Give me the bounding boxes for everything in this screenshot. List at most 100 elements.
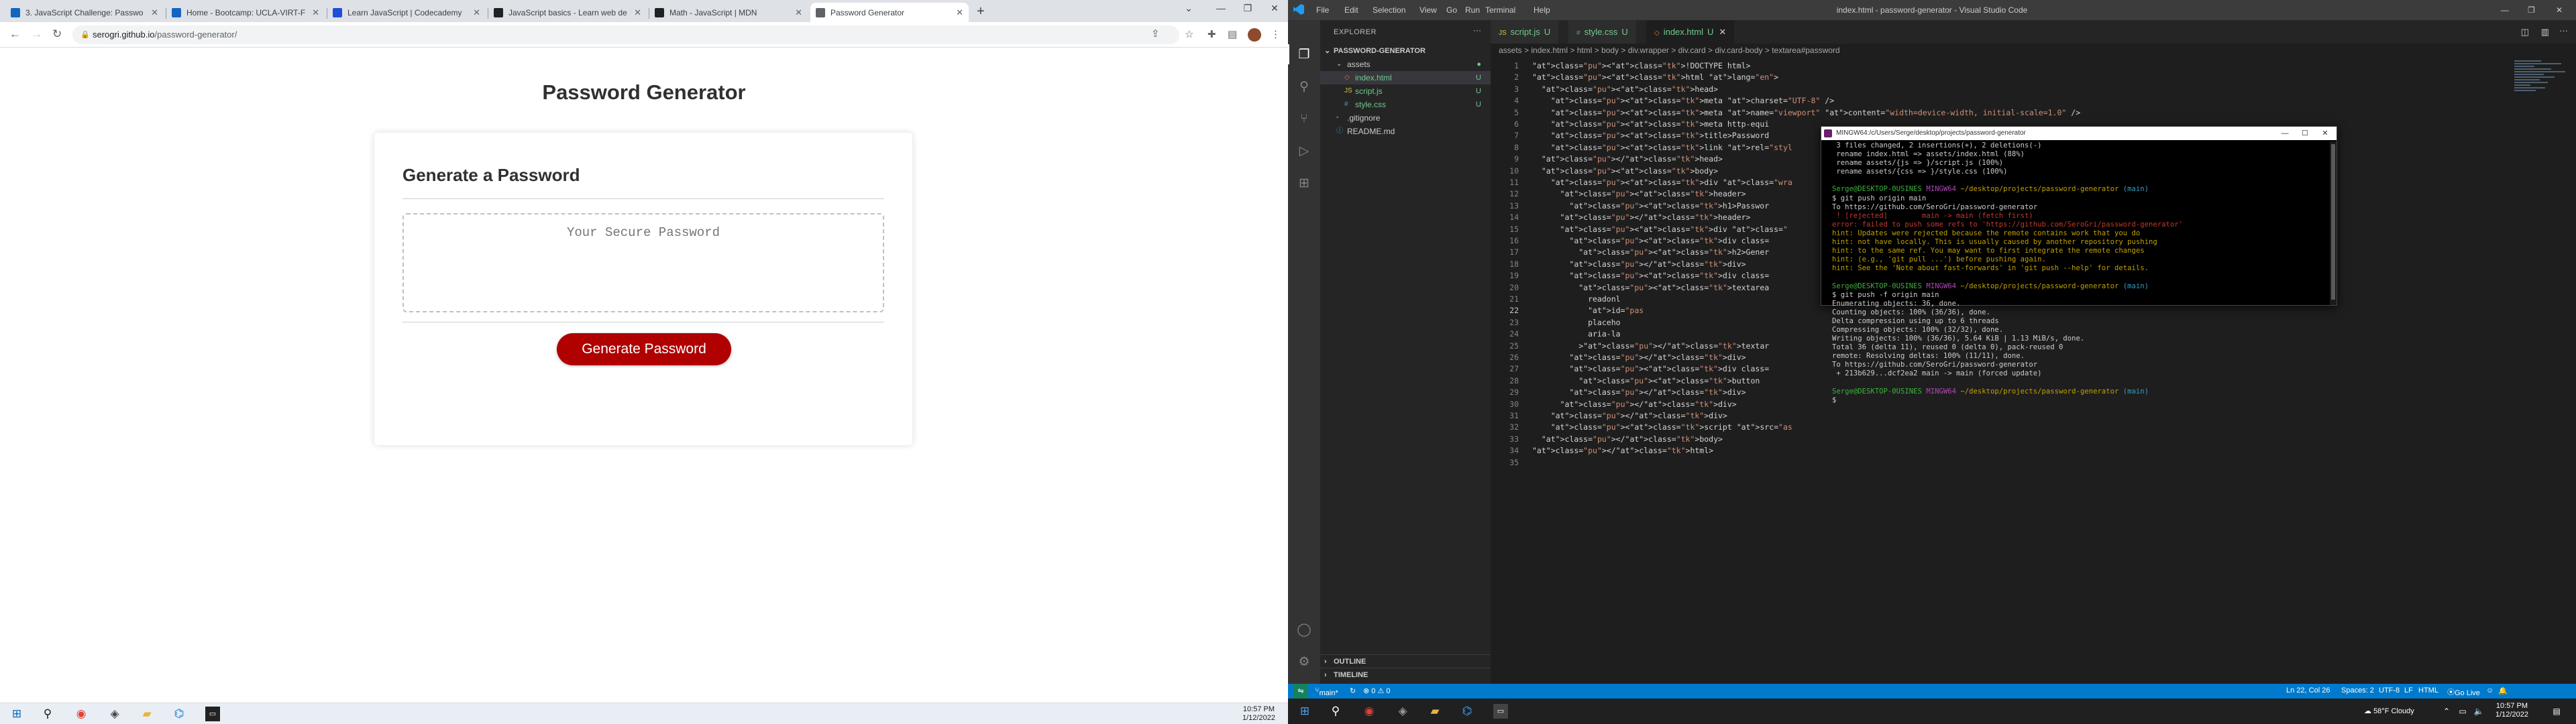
- weather-widget[interactable]: ☁ 58°F Cloudy: [2364, 704, 2414, 719]
- language-mode[interactable]: HTML: [2418, 686, 2438, 695]
- go-live-button[interactable]: ⦿ Go Live: [2447, 686, 2480, 697]
- feedback-icon[interactable]: ☺: [2486, 686, 2493, 695]
- indentation[interactable]: Spaces: 2: [2341, 686, 2374, 695]
- git-bash-terminal-window[interactable]: MINGW64:/c/Users/Serge/desktop/projects/…: [1821, 126, 2337, 404]
- editor-tab[interactable]: JS script.js U: [1491, 20, 1559, 44]
- search-icon[interactable]: ⚲: [1296, 79, 1312, 95]
- split-editor-icon[interactable]: ◫: [2521, 27, 2529, 38]
- windows-start-icon[interactable]: ⊞: [9, 707, 24, 721]
- extensions-icon[interactable]: ✚: [1208, 28, 1216, 40]
- account-icon[interactable]: ◯: [1296, 622, 1312, 638]
- file-tree-item[interactable]: # style.css U: [1320, 98, 1491, 111]
- chrome-taskbar-icon[interactable]: ◉: [1362, 704, 1377, 719]
- vscode-taskbar-icon[interactable]: ⌬: [1460, 704, 1474, 719]
- git-bash-taskbar-icon[interactable]: ◈: [107, 707, 122, 721]
- search-icon[interactable]: ⚲: [40, 707, 55, 721]
- terminal-output[interactable]: 3 files changed, 2 insertions(+), 2 dele…: [1832, 141, 2322, 405]
- tray-chevron-icon[interactable]: ⌃: [2439, 704, 2454, 719]
- git-bash-taskbar-icon[interactable]: ◈: [1395, 704, 1410, 719]
- taskbar-clock[interactable]: 10:57 PM 1/12/2022: [2496, 702, 2528, 719]
- terminal-maximize-button[interactable]: ☐: [2296, 127, 2314, 140]
- terminal-scroll-thumb[interactable]: [2331, 144, 2335, 300]
- browser-tab[interactable]: Learn JavaScript | Codecademy ✕: [327, 3, 486, 22]
- editor-tab[interactable]: ◇ index.html U ✕: [1646, 20, 1735, 44]
- editor-more-icon[interactable]: ···: [2559, 25, 2568, 36]
- explorer-icon[interactable]: ❐: [1296, 47, 1312, 63]
- new-tab-button[interactable]: +: [977, 4, 985, 19]
- problems-indicator[interactable]: ⊗ 0 ⚠ 0: [1363, 686, 1390, 695]
- file-tree-item[interactable]: ⌄ assets ●: [1320, 58, 1491, 71]
- volume-icon[interactable]: 🔈: [2471, 704, 2486, 719]
- browser-tab[interactable]: Home - Bootcamp: UCLA-VIRT-F ✕: [166, 3, 325, 22]
- menu-kebab-icon[interactable]: ⋮: [1271, 28, 1281, 40]
- terminal-taskbar-icon[interactable]: ▭: [1493, 704, 1508, 719]
- remote-icon[interactable]: ⇋: [1293, 684, 1308, 699]
- layout-icon[interactable]: ▥: [2541, 27, 2549, 38]
- profile-avatar[interactable]: [1248, 28, 1261, 42]
- terminal-titlebar[interactable]: MINGW64:/c/Users/Serge/desktop/projects/…: [1821, 127, 2337, 140]
- tab-close-icon[interactable]: ✕: [634, 7, 641, 18]
- sync-icon[interactable]: ↻: [1350, 686, 1356, 695]
- tab-close-icon[interactable]: ✕: [473, 7, 480, 18]
- minimize-button[interactable]: —: [1208, 3, 1234, 13]
- browser-tab[interactable]: Password Generator ✕: [810, 3, 969, 22]
- terminal-minimize-button[interactable]: —: [2276, 127, 2294, 140]
- forward-icon[interactable]: →: [31, 27, 42, 41]
- taskbar-clock[interactable]: 10:57 PM 1/12/2022: [1242, 705, 1275, 723]
- tab-close-icon[interactable]: ✕: [312, 7, 319, 18]
- maximize-button[interactable]: ❐: [2528, 5, 2535, 15]
- tab-search-icon[interactable]: ⌄: [1175, 3, 1202, 14]
- password-textarea[interactable]: Your Secure Password: [402, 213, 884, 312]
- run-debug-icon[interactable]: ▷: [1296, 143, 1312, 160]
- tab-close-icon[interactable]: ✕: [956, 7, 963, 18]
- network-icon[interactable]: ▭: [2455, 704, 2470, 719]
- eol[interactable]: LF: [2404, 686, 2413, 695]
- reading-list-icon[interactable]: ▤: [1228, 28, 1237, 40]
- notifications-icon[interactable]: ▤: [2549, 704, 2564, 719]
- tab-close-icon[interactable]: ✕: [151, 7, 158, 18]
- outline-section[interactable]: › OUTLINE: [1320, 654, 1491, 668]
- reload-icon[interactable]: ↻: [52, 27, 62, 41]
- share-icon[interactable]: ⇪: [1151, 27, 1160, 40]
- browser-tab[interactable]: Math - JavaScript | MDN ✕: [649, 3, 808, 22]
- address-bar[interactable]: 🔒 serogri.github.io/password-generator/: [72, 25, 1179, 44]
- close-icon[interactable]: ✕: [1719, 27, 1726, 37]
- breadcrumb[interactable]: assets > index.html > html > body > div.…: [1499, 46, 1840, 55]
- minimize-button[interactable]: —: [2501, 5, 2509, 15]
- source-control-icon[interactable]: ⑂: [1296, 111, 1312, 127]
- chrome-taskbar-icon[interactable]: ◉: [74, 707, 89, 721]
- file-tree-item[interactable]: ⓘ README.md: [1320, 125, 1491, 138]
- terminal-close-button[interactable]: ✕: [2316, 127, 2334, 140]
- settings-gear-icon[interactable]: ⚙: [1296, 654, 1312, 670]
- file-explorer-icon[interactable]: ▰: [140, 707, 154, 721]
- search-icon[interactable]: ⚲: [1328, 704, 1343, 719]
- editor-tab[interactable]: # style.css U: [1568, 20, 1636, 44]
- notifications-icon[interactable]: 🔔: [2498, 686, 2508, 695]
- file-tree-item[interactable]: ◇ index.html U: [1320, 71, 1491, 84]
- tab-close-icon[interactable]: ✕: [795, 7, 802, 18]
- maximize-button[interactable]: ❐: [1234, 3, 1261, 14]
- project-folder-header[interactable]: ⌄ PASSWORD-GENERATOR: [1320, 44, 1491, 58]
- vscode-taskbar-icon[interactable]: ⌬: [172, 707, 186, 721]
- cursor-position[interactable]: Ln 22, Col 26: [2286, 686, 2330, 695]
- minimap[interactable]: [2514, 60, 2568, 101]
- terminal-taskbar-icon[interactable]: ▭: [205, 707, 220, 721]
- browser-tab[interactable]: 3. JavaScript Challenge: Passwo ✕: [5, 3, 164, 22]
- terminal-scrollbar[interactable]: [2330, 141, 2337, 305]
- generate-password-button[interactable]: Generate Password: [557, 333, 731, 365]
- explorer-more-icon[interactable]: ···: [1473, 25, 1481, 35]
- close-window-button[interactable]: ✕: [1261, 3, 1288, 14]
- file-tree-item[interactable]: JS script.js U: [1320, 84, 1491, 98]
- file-explorer-icon[interactable]: ▰: [1428, 704, 1442, 719]
- bookmark-star-icon[interactable]: ☆: [1185, 28, 1193, 40]
- browser-tab[interactable]: JavaScript basics - Learn web de ✕: [488, 3, 647, 22]
- file-tree-item[interactable]: ◦ .gitignore: [1320, 111, 1491, 125]
- lock-icon[interactable]: 🔒: [80, 25, 90, 44]
- windows-start-icon[interactable]: ⊞: [1297, 704, 1312, 719]
- timeline-section[interactable]: › TIMELINE: [1320, 668, 1491, 681]
- back-icon[interactable]: ←: [9, 27, 21, 41]
- branch-indicator[interactable]: ⑂ main*: [1315, 686, 1338, 697]
- close-window-button[interactable]: ✕: [2556, 5, 2563, 15]
- extensions-icon[interactable]: ⊞: [1296, 176, 1312, 192]
- encoding[interactable]: UTF-8: [2379, 686, 2400, 695]
